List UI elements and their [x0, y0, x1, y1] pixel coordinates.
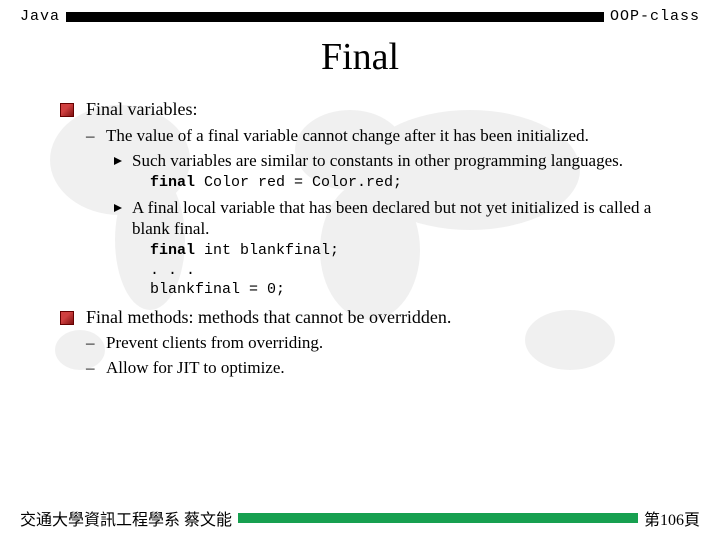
header-bar-row: Java OOP-class: [20, 8, 700, 25]
bullet-final-methods: Final methods: methods that cannot be ov…: [60, 306, 690, 329]
bullet-final-variables: Final variables:: [60, 98, 690, 121]
header-left-label: Java: [20, 8, 60, 25]
slide-body: Final variables: – The value of a final …: [60, 98, 690, 381]
sub-jit-optimize: – Allow for JIT to optimize.: [60, 357, 690, 378]
sub-prevent-overriding: – Prevent clients from overriding.: [60, 332, 690, 353]
sub-text: Prevent clients from overriding.: [106, 333, 323, 352]
header-right-label: OOP-class: [610, 8, 700, 25]
sub-text: Allow for JIT to optimize.: [106, 358, 285, 377]
code-color-red: final Color red = Color.red;: [60, 173, 690, 193]
header-black-bar: [66, 12, 604, 22]
code-keyword: final: [150, 174, 195, 191]
code-blank-final: final int blankfinal; . . . blankfinal =…: [60, 241, 690, 300]
footer-author: 交通大學資訊工程學系 蔡文能: [20, 506, 232, 530]
subsub-similar-to-constants: Such variables are similar to constants …: [60, 150, 690, 171]
code-rest: Color red = Color.red;: [195, 174, 402, 191]
slide-title: Final: [0, 35, 720, 79]
sub-text: The value of a final variable cannot cha…: [106, 126, 589, 145]
subsub-blank-final: A final local variable that has been dec…: [60, 197, 690, 240]
code-keyword: final: [150, 242, 195, 259]
footer-bar-row: 交通大學資訊工程學系 蔡文能 第106頁: [20, 506, 700, 530]
dash-icon: –: [86, 125, 95, 146]
dash-icon: –: [86, 332, 95, 353]
footer-green-bar: [238, 513, 638, 523]
bullet-text: Final variables:: [86, 99, 197, 119]
footer-page-number: 第106頁: [644, 506, 700, 530]
sub-value-cannot-change: – The value of a final variable cannot c…: [60, 125, 690, 146]
bullet-text: Final methods: methods that cannot be ov…: [86, 307, 451, 327]
dash-icon: –: [86, 357, 95, 378]
subsub-text: Such variables are similar to constants …: [132, 151, 623, 170]
subsub-text: A final local variable that has been dec…: [132, 198, 651, 238]
